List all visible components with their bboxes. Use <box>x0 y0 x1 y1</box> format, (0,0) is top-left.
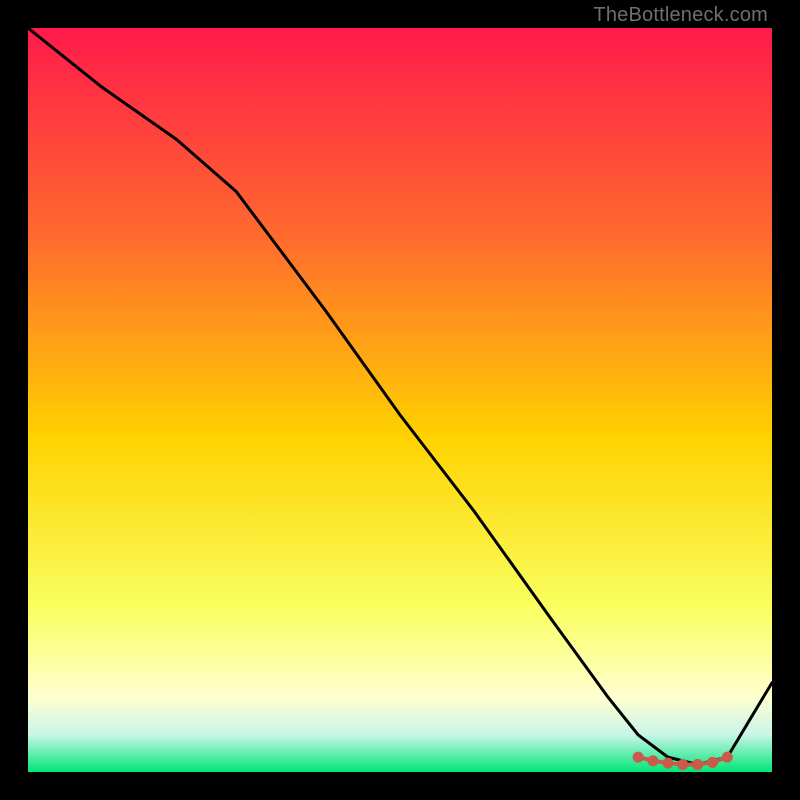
watermark-text: TheBottleneck.com <box>593 4 768 27</box>
optimal-marker <box>692 759 703 770</box>
optimal-marker <box>647 755 658 766</box>
chart-background-gradient <box>28 28 772 772</box>
optimal-marker <box>633 752 644 763</box>
optimal-marker <box>722 752 733 763</box>
bottleneck-chart <box>28 28 772 772</box>
optimal-marker <box>677 759 688 770</box>
optimal-marker <box>662 758 673 769</box>
chart-frame <box>28 28 772 772</box>
optimal-marker <box>707 757 718 768</box>
